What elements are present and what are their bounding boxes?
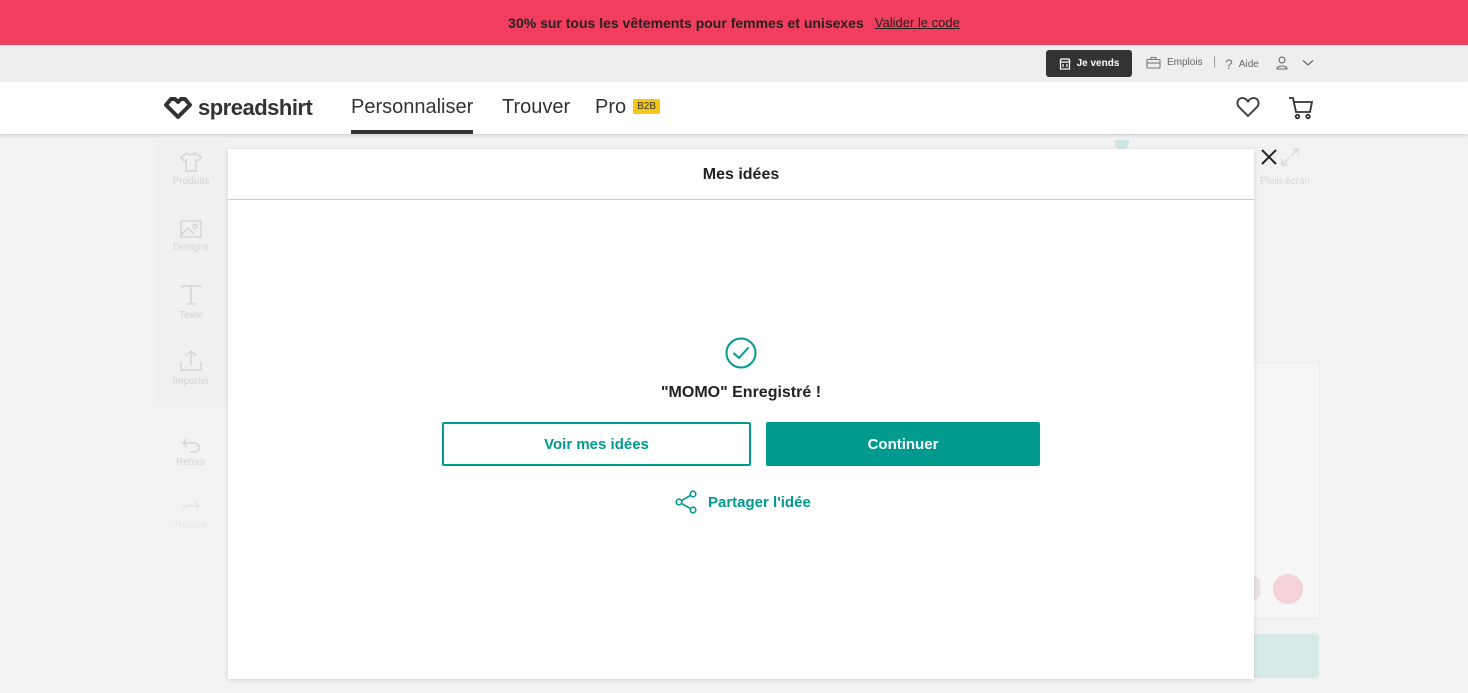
continue-button[interactable]: Continuer bbox=[766, 422, 1040, 466]
upload-icon bbox=[180, 350, 202, 371]
jobs-label: Emplois bbox=[1167, 57, 1203, 68]
util-separator: | bbox=[1213, 54, 1217, 68]
text-icon bbox=[181, 285, 201, 305]
help-link[interactable]: ? Aide bbox=[1225, 56, 1259, 72]
fullscreen-icon[interactable] bbox=[1281, 148, 1299, 166]
close-modal-button[interactable] bbox=[1258, 146, 1280, 168]
nav-pro[interactable]: Pro B2B bbox=[595, 96, 661, 134]
nav-personnaliser[interactable]: Personnaliser bbox=[351, 96, 474, 134]
promo-banner: 30% sur tous les vêtements pour femmes e… bbox=[0, 0, 1468, 45]
heart-logo-icon bbox=[164, 97, 192, 119]
nav-label: Trouver bbox=[502, 96, 571, 118]
logo[interactable]: spreadshirt bbox=[163, 95, 313, 121]
user-icon bbox=[1276, 56, 1288, 70]
tool-upload[interactable]: Importer bbox=[155, 350, 227, 387]
cart-button[interactable] bbox=[1288, 96, 1314, 125]
promo-code-link[interactable]: Valider le code bbox=[875, 15, 960, 30]
shop-icon bbox=[1059, 57, 1071, 70]
fullscreen-label[interactable]: Plein écran bbox=[1260, 176, 1310, 187]
help-label: Aide bbox=[1238, 58, 1259, 70]
color-swatch[interactable] bbox=[1254, 576, 1260, 600]
saved-message: "MOMO" Enregistré ! bbox=[660, 384, 822, 401]
background-action-button[interactable] bbox=[1254, 634, 1319, 678]
question-icon: ? bbox=[1225, 56, 1233, 72]
tool-label: Refaire bbox=[174, 520, 208, 531]
tool-redo[interactable]: Refaire bbox=[155, 500, 227, 531]
tool-products[interactable]: Produits bbox=[155, 152, 227, 187]
sell-button[interactable]: Je vends bbox=[1046, 50, 1132, 77]
logo-text: spreadshirt bbox=[198, 95, 313, 120]
account-menu[interactable] bbox=[1276, 56, 1314, 70]
share-label: Partager l'idée bbox=[708, 493, 811, 511]
share-icon bbox=[675, 490, 697, 514]
wishlist-button[interactable] bbox=[1236, 96, 1260, 123]
tool-undo[interactable]: Retour bbox=[155, 437, 227, 468]
chevron-down-icon bbox=[1302, 60, 1314, 66]
view-ideas-button[interactable]: Voir mes idées bbox=[442, 422, 751, 466]
cart-icon bbox=[1289, 97, 1314, 120]
nav-trouver[interactable]: Trouver bbox=[502, 96, 570, 134]
tool-label: Importer bbox=[172, 376, 210, 387]
close-icon bbox=[1261, 149, 1277, 165]
redo-icon bbox=[182, 501, 200, 512]
tool-label: Retour bbox=[175, 457, 206, 468]
tool-text[interactable]: Texte bbox=[155, 284, 227, 321]
briefcase-icon bbox=[1146, 56, 1161, 69]
utility-bar: Je vends Emplois | ? Aide bbox=[0, 45, 1468, 82]
sell-label: Je vends bbox=[1076, 58, 1120, 69]
tool-label: Designs bbox=[172, 242, 210, 253]
undo-icon bbox=[182, 438, 200, 453]
modal-title: Mes idées bbox=[228, 149, 1254, 200]
heart-icon bbox=[1236, 97, 1260, 118]
share-idea-link[interactable]: Partager l'idée bbox=[674, 490, 811, 514]
jobs-link[interactable]: Emplois bbox=[1146, 56, 1203, 69]
b2b-badge: B2B bbox=[633, 99, 661, 114]
nav-label: Personnaliser bbox=[351, 96, 474, 118]
tool-designs[interactable]: Designs bbox=[155, 220, 227, 253]
success-check-icon bbox=[725, 337, 757, 374]
tool-label: Produits bbox=[172, 176, 210, 187]
main-header: spreadshirt Personnaliser Trouver Pro B2B bbox=[0, 82, 1468, 134]
tshirt-icon bbox=[180, 152, 202, 172]
tool-label: Texte bbox=[179, 310, 203, 321]
promo-text: 30% sur tous les vêtements pour femmes e… bbox=[508, 14, 864, 31]
save-idea-modal: Mes idées "MOMO" Enregistré ! Voir mes i… bbox=[228, 149, 1254, 679]
color-swatch[interactable] bbox=[1273, 574, 1303, 604]
image-icon bbox=[180, 220, 202, 238]
nav-label: Pro bbox=[595, 96, 627, 118]
